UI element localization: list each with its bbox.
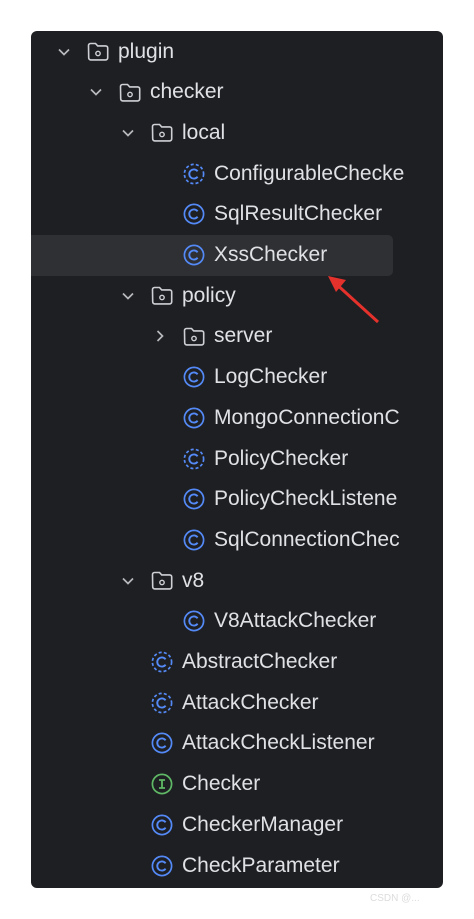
abstract-class-icon	[151, 692, 173, 714]
chevron-down-icon[interactable]	[89, 85, 103, 99]
class-icon	[151, 732, 173, 754]
tree-item-label: ConfigurableChecke	[214, 161, 405, 185]
tree-item-label: PolicyCheckListene	[214, 487, 398, 511]
class-icon	[183, 407, 205, 429]
tree-item-label: plugin	[118, 39, 175, 63]
abstract-class-icon	[183, 448, 205, 470]
tree-item-label: local	[182, 120, 226, 144]
tree-file-row[interactable]: SqlResultChecker	[31, 194, 443, 235]
class-icon	[151, 855, 173, 877]
tree-file-row[interactable]: CheckParameter	[31, 845, 443, 886]
package-folder-icon	[119, 81, 141, 103]
tree-file-row[interactable]: PolicyCheckListene	[31, 479, 443, 520]
tree-file-row[interactable]: AttackCheckListener	[31, 723, 443, 764]
class-icon	[183, 488, 205, 510]
tree-folder-row[interactable]: v8	[31, 560, 443, 601]
chevron-right-icon[interactable]	[153, 329, 167, 343]
tree-item-label: CheckerManager	[182, 812, 344, 836]
tree-item-label: checker	[150, 80, 224, 104]
tree-folder-row[interactable]: local	[31, 112, 443, 153]
tree-file-row[interactable]: CheckerManager	[31, 804, 443, 845]
package-folder-icon	[151, 285, 173, 307]
tree-item-label: PolicyChecker	[214, 446, 349, 470]
abstract-class-icon	[151, 651, 173, 673]
watermark: CSDN @...	[370, 893, 420, 904]
chevron-down-icon[interactable]	[121, 289, 135, 303]
class-icon	[183, 203, 205, 225]
package-folder-icon	[151, 122, 173, 144]
tree-file-row[interactable]: V8AttackChecker	[31, 601, 443, 642]
class-icon	[151, 814, 173, 836]
package-folder-icon	[87, 41, 109, 63]
tree-file-row[interactable]: MongoConnectionC	[31, 397, 443, 438]
tree-item-label: policy	[182, 283, 236, 307]
tree-item-label: V8AttackChecker	[214, 609, 377, 633]
tree-item-label: CheckParameter	[182, 853, 340, 877]
interface-icon	[151, 773, 173, 795]
project-tree-panel: plugin checker local ConfigurableChecke SqlR…	[31, 31, 443, 888]
tree-file-row[interactable]: ConfigurableChecke	[31, 153, 443, 194]
chevron-down-icon[interactable]	[57, 45, 71, 59]
tree-item-label: Checker	[182, 772, 261, 796]
tree-item-label: v8	[182, 568, 205, 592]
tree-file-row[interactable]: AttackChecker	[31, 682, 443, 723]
tree-item-label: MongoConnectionC	[214, 405, 400, 429]
tree-file-row[interactable]: LogChecker	[31, 357, 443, 398]
tree-item-label: server	[214, 324, 273, 348]
class-icon	[183, 366, 205, 388]
tree-item-label: AttackChecker	[182, 690, 319, 714]
package-folder-icon	[183, 325, 205, 347]
tree-item-label: LogChecker	[214, 365, 328, 389]
tree-file-row[interactable]: PolicyChecker	[31, 438, 443, 479]
chevron-down-icon[interactable]	[121, 126, 135, 140]
class-icon	[183, 610, 205, 632]
package-folder-icon	[151, 570, 173, 592]
class-icon	[183, 529, 205, 551]
tree-folder-row[interactable]: checker	[31, 72, 443, 113]
chevron-down-icon[interactable]	[121, 574, 135, 588]
annotation-arrow-icon	[328, 276, 380, 324]
tree-file-row[interactable]: AbstractChecker	[31, 642, 443, 683]
tree-item-label: SqlResultChecker	[214, 202, 383, 226]
tree-folder-row[interactable]: plugin	[31, 31, 443, 72]
abstract-class-icon	[183, 163, 205, 185]
tree-file-row[interactable]: SqlConnectionChec	[31, 519, 443, 560]
class-icon	[183, 244, 205, 266]
tree-file-row[interactable]: Checker	[31, 764, 443, 805]
tree-item-label: SqlConnectionChec	[214, 527, 400, 551]
tree-item-label: AttackCheckListener	[182, 731, 375, 755]
tree-item-label: AbstractChecker	[182, 650, 338, 673]
tree-item-label: XssChecker	[214, 243, 328, 266]
